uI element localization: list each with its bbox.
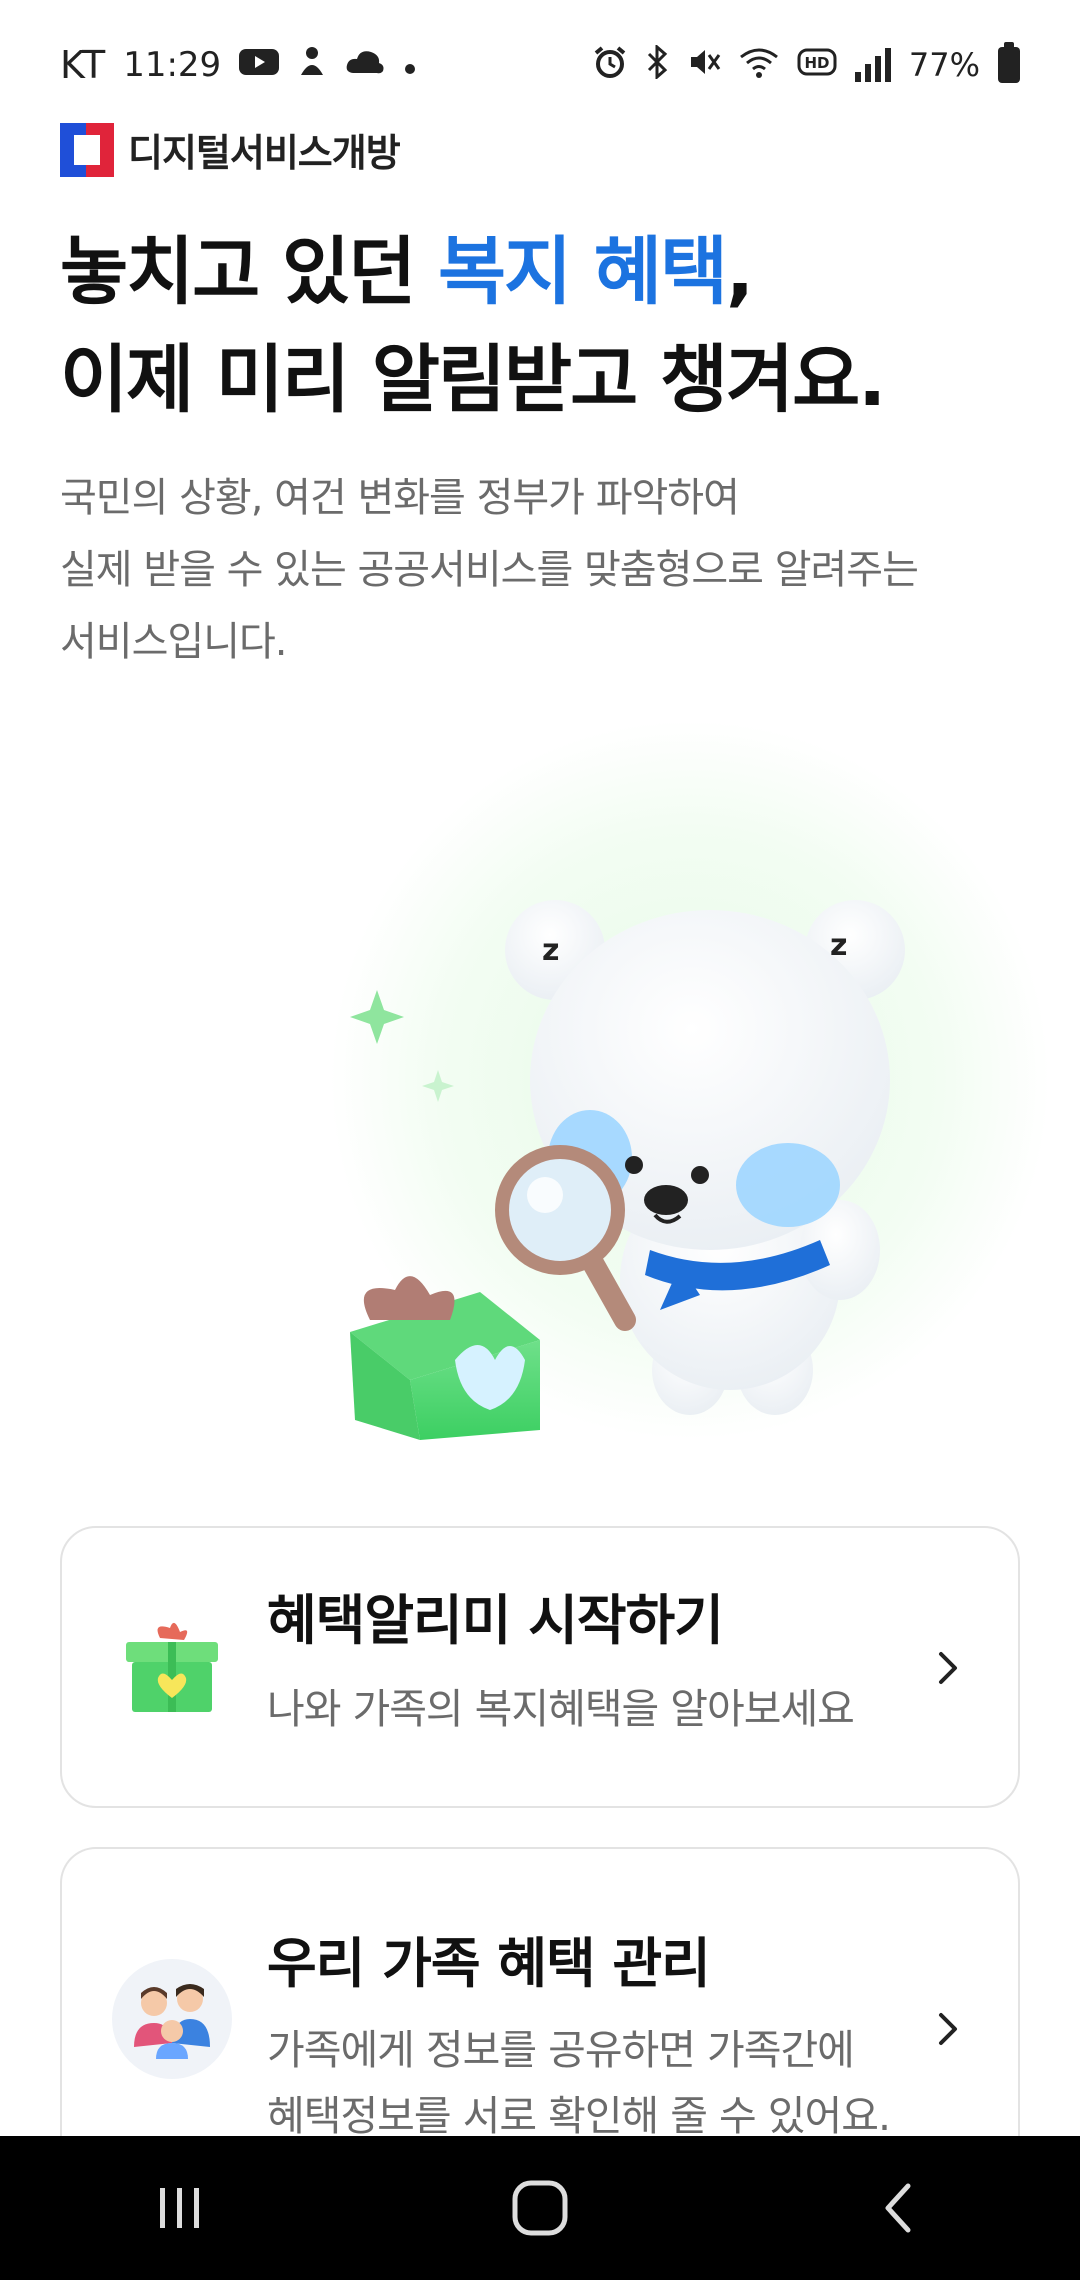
benefit-alert-start-card[interactable]: 혜택알리미 시작하기 나와 가족의 복지혜택을 알아보세요 <box>60 1526 1020 1808</box>
recent-apps-icon[interactable] <box>120 2148 240 2268</box>
battery-level: 77% <box>908 46 980 84</box>
youtube-icon <box>239 47 280 83</box>
service-description: 국민의 상황, 여건 변화를 정부가 파악하여 실제 받을 수 있는 공공서비스… <box>60 462 1020 678</box>
status-bar-right: HD 77% <box>593 42 1020 85</box>
battery-icon <box>998 42 1020 83</box>
status-bar: KT 11:29 HD 77% <box>0 0 1080 130</box>
card-title: 혜택알리미 시작하기 <box>267 1589 724 1652</box>
headline-comma: , <box>726 229 754 315</box>
card-description-line: 가족에게 정보를 공유하면 가족간에 <box>267 2026 855 2074</box>
description-line: 서비스입니다. <box>60 619 288 665</box>
wifi-icon <box>739 45 779 85</box>
card-title: 우리 가족 혜택 관리 <box>267 1932 711 1995</box>
headline-accent: 복지 혜택 <box>437 229 728 315</box>
card-description: 나와 가족의 복지혜택을 알아보세요 <box>267 1676 855 1742</box>
brand-logo <box>60 122 114 177</box>
brand-name: 디지털서비스개방 <box>128 131 401 175</box>
bluetooth-icon <box>645 43 669 85</box>
hd-icon: HD <box>797 47 837 83</box>
family-icon <box>112 1959 232 2079</box>
description-line: 국민의 상황, 여건 변화를 정부가 파악하여 <box>60 475 740 521</box>
dot-icon <box>403 48 417 82</box>
signal-icon <box>854 48 891 82</box>
alarm-icon <box>593 45 627 85</box>
chevron-right-icon <box>928 2009 968 2049</box>
card-description-line: 나와 가족의 복지혜택을 알아보세요 <box>267 1685 855 1733</box>
gift-icon <box>112 1608 232 1728</box>
carrier-label: KT <box>60 43 106 87</box>
brand-header: 디지털서비스개방 <box>60 122 401 177</box>
card-description: 가족에게 정보를 공유하면 가족간에 혜택정보를 서로 확인해 줄 수 있어요. <box>267 2017 891 2149</box>
description-line: 실제 받을 수 있는 공공서비스를 맞춤형으로 알려주는 <box>60 547 919 593</box>
headline-line-1: 놓치고 있던 복지 혜택, <box>60 218 884 326</box>
chevron-right-icon <box>928 1648 968 1688</box>
home-icon[interactable] <box>480 2148 600 2268</box>
mute-icon <box>687 45 721 85</box>
status-bar-left: KT 11:29 <box>60 43 417 87</box>
page-title: 놓치고 있던 복지 혜택, 이제 미리 알림받고 챙겨요. <box>60 218 886 434</box>
headline-text-1: 놓치고 있던 <box>60 229 438 315</box>
cloud-icon <box>345 47 385 83</box>
clock: 11:29 <box>123 45 222 85</box>
svg-text:z: z <box>830 928 847 963</box>
system-navigation-bar <box>0 2136 1080 2280</box>
headline-line-2: 이제 미리 알림받고 챙겨요. <box>60 337 886 423</box>
svg-text:HD: HD <box>804 54 829 72</box>
svg-text:z: z <box>542 933 559 968</box>
back-icon[interactable] <box>840 2148 960 2268</box>
bear-mascot-illustration: z z <box>220 720 1080 1480</box>
notification-icon <box>297 45 327 85</box>
